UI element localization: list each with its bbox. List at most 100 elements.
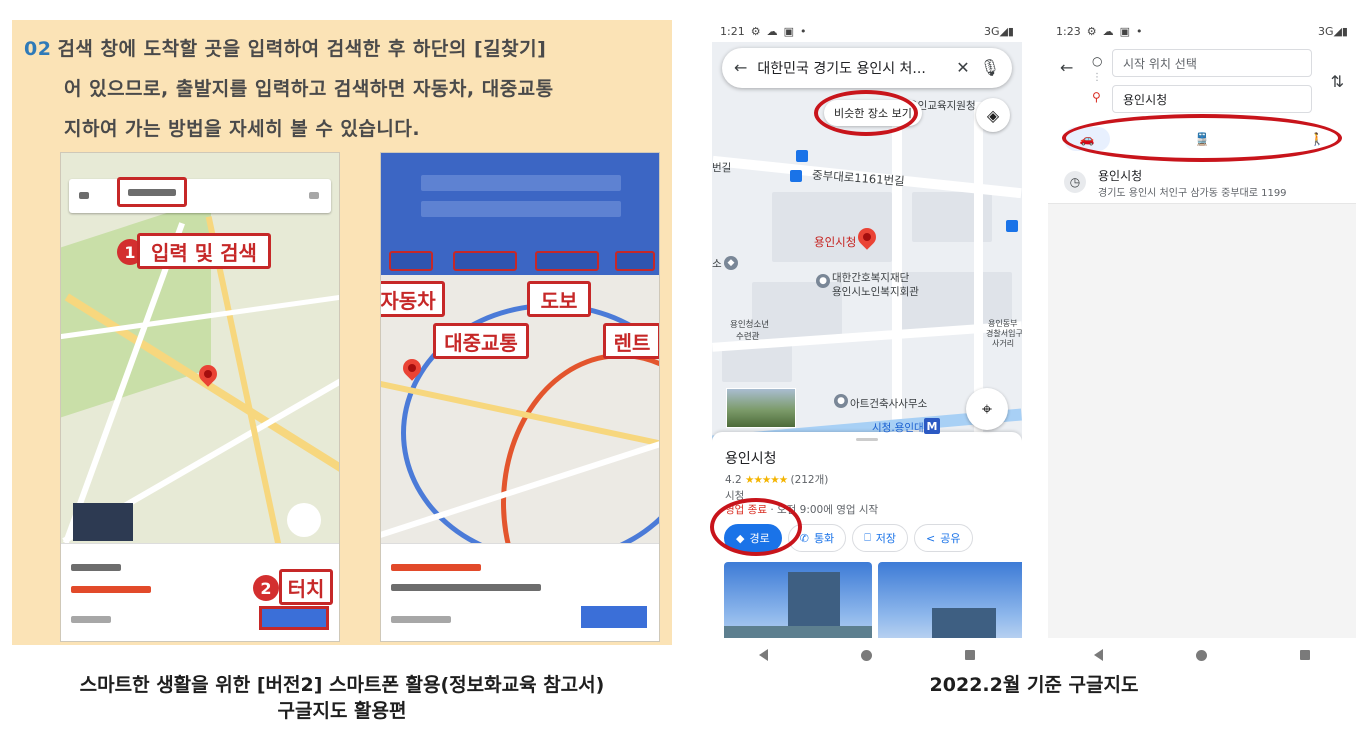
map-label: 대한간호복지재단	[832, 272, 910, 284]
map-label-station: 시청.용인대	[872, 422, 924, 434]
status-bar: 1:23 ⚙ ☁ ▣ • 3G◢▮	[1048, 20, 1356, 42]
train-icon: 🚆	[1194, 132, 1210, 146]
callout-rent: 렌트	[603, 323, 659, 359]
textbook-mode-tabs	[381, 245, 659, 275]
callout-walk: 도보	[527, 281, 591, 317]
callout-car: 자동차	[381, 281, 445, 317]
tab-driving[interactable]: 🚗	[1064, 127, 1110, 151]
textbook-search-highlight	[117, 177, 187, 207]
map-label: 용인청소년	[730, 320, 770, 330]
place-actions: ◆ 경로 ✆ 통화 ⎕ 저장 < 공유	[724, 524, 973, 552]
layers-button[interactable]: ◈	[976, 98, 1010, 132]
textbook-directions-header	[381, 153, 659, 245]
travel-mode-tabs: 🚗 🚆 🚶	[1064, 124, 1340, 154]
place-photo[interactable]	[724, 562, 872, 638]
textbook-line-3: 지하여 가는 방법을 자세히 볼 수 있습니다.	[64, 118, 421, 140]
route-dots-icon: ⋮	[1092, 72, 1102, 83]
close-icon[interactable]: ✕	[956, 60, 969, 76]
similar-places-chip[interactable]: 비슷한 장소 보기	[824, 100, 922, 126]
textbook-route-card	[381, 543, 659, 641]
directions-button[interactable]: ◆ 경로	[724, 524, 782, 552]
status-signal: 3G◢▮	[1317, 24, 1348, 38]
microphone-icon[interactable]: 🎙	[980, 60, 1000, 76]
android-nav-bar	[1048, 640, 1356, 670]
directions-button-highlight	[259, 606, 329, 630]
call-button[interactable]: ✆ 통화	[787, 524, 847, 552]
map-label: 용인시노인복지회관	[832, 286, 919, 298]
tab-transit[interactable]: 🚆	[1179, 127, 1225, 151]
step-badge: 2	[253, 575, 279, 601]
thumbnail	[73, 503, 133, 541]
textbook-line-1: 02 검색 창에 도착할 곳을 입력하여 검색한 후 하단의 [길찾기]	[24, 38, 547, 60]
start-location-input[interactable]: 시작 위치 선택	[1112, 49, 1312, 77]
place-sheet: 용인시청 4.2 ★★★★★ (212개) 시청 영업 종료 · 오전 9:00…	[712, 432, 1022, 638]
share-button[interactable]: < 공유	[914, 524, 973, 552]
notification-icon: ▣	[1119, 24, 1130, 38]
place-rating: 4.2 ★★★★★ (212개)	[725, 474, 829, 486]
cloud-icon: ☁	[766, 24, 778, 38]
save-button[interactable]: ⎕ 저장	[852, 524, 909, 552]
street-view-thumbnail[interactable]	[726, 388, 796, 428]
bus-stop-icon[interactable]	[790, 170, 802, 182]
gear-icon: ⚙	[750, 24, 761, 38]
callout-search: 입력 및 검색	[137, 233, 271, 269]
map-label: 소	[712, 258, 722, 270]
map-label: 아트건축사사무소	[850, 398, 928, 410]
crosshair-icon: ⌖	[981, 398, 993, 420]
nav-recents-icon[interactable]	[965, 650, 976, 660]
status-signal: 3G◢▮	[983, 24, 1014, 38]
dot-icon: •	[799, 24, 807, 38]
directions-icon: ◆	[736, 531, 745, 545]
nav-recents-icon[interactable]	[1299, 650, 1310, 660]
tab-walking[interactable]: 🚶	[1294, 127, 1340, 151]
textbook-screenshot-search: 1 입력 및 검색 2 터치	[60, 152, 340, 642]
place-photos	[724, 562, 1022, 638]
callout-touch: 터치	[279, 569, 333, 605]
star-rating-icon: ★★★★★	[745, 474, 788, 486]
metro-icon[interactable]: M	[924, 418, 940, 434]
map-road	[892, 102, 902, 432]
poi-icon[interactable]: ●	[834, 394, 848, 408]
caption-left: 스마트한 생활을 위한 [버전2] 스마트폰 활용(정보화교육 참고서) 구글지…	[79, 674, 605, 722]
cloud-icon: ☁	[1102, 24, 1114, 38]
nav-back-icon[interactable]	[758, 649, 768, 661]
destination-input[interactable]: 용인시청	[1112, 85, 1312, 113]
start-button	[581, 606, 647, 628]
place-hours: 영업 종료 · 오전 9:00에 영업 시작	[725, 504, 879, 516]
place-title: 용인시청	[725, 451, 777, 467]
recent-search-item[interactable]: ◷ 용인시청 경기도 용인시 처인구 삼가동 중부대로 1199	[1048, 160, 1356, 204]
car-icon: 🚗	[1079, 132, 1095, 146]
step-number: 02	[24, 38, 52, 60]
map-label: 번길	[712, 162, 732, 174]
bus-stop-icon[interactable]	[1006, 220, 1018, 232]
poi-icon[interactable]: ●	[816, 274, 830, 288]
nav-home-icon[interactable]	[860, 649, 872, 661]
textbook-search-bar	[69, 179, 331, 213]
map-label: 수련관	[736, 332, 760, 342]
search-query[interactable]: 대한민국 경기도 용인시 처...	[757, 58, 946, 78]
back-arrow-icon[interactable]: ←	[734, 60, 747, 76]
bus-stop-icon[interactable]	[796, 150, 808, 162]
swap-icon[interactable]: ⇅	[1331, 72, 1344, 91]
history-clock-icon: ◷	[1064, 171, 1086, 193]
status-bar: 1:21 ⚙ ☁ ▣ • 3G◢▮	[712, 20, 1022, 42]
phone-directions-screen: 1:23 ⚙ ☁ ▣ • 3G◢▮ ← ○ ⋮ ⚲ 시작 위치 선택 용인시청 …	[1048, 20, 1356, 638]
my-location-button[interactable]: ⌖	[966, 388, 1008, 430]
status-time: 1:21	[720, 24, 745, 38]
callout-transit: 대중교통	[433, 323, 529, 359]
nav-back-icon[interactable]	[1094, 649, 1104, 661]
bookmark-icon: ⎕	[864, 531, 871, 544]
poi-icon[interactable]: ◆	[724, 256, 738, 270]
sheet-handle[interactable]	[856, 438, 878, 441]
place-photo[interactable]	[878, 562, 1022, 638]
locate-icon	[287, 503, 321, 537]
search-bar[interactable]: ← 대한민국 경기도 용인시 처... ✕ 🎙	[722, 48, 1012, 88]
gear-icon: ⚙	[1086, 24, 1097, 38]
nav-home-icon[interactable]	[1195, 649, 1207, 661]
back-arrow-icon[interactable]: ←	[1060, 58, 1073, 77]
place-category: 시청	[725, 490, 745, 502]
destination-pin-icon: ⚲	[1092, 90, 1101, 104]
directions-panel: ← ○ ⋮ ⚲ 시작 위치 선택 용인시청 ⇅ 🚗 🚆 🚶	[1048, 42, 1356, 160]
phone-place-screen: 1:21 ⚙ ☁ ▣ • 3G◢▮ 번길 중부대로1161번길 용인교육지원청 …	[712, 20, 1022, 638]
layers-icon: ◈	[986, 105, 1000, 125]
